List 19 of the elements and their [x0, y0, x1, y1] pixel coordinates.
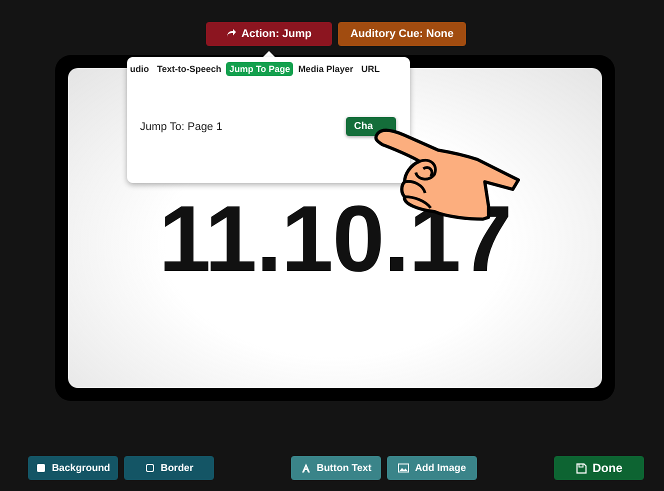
action-tab[interactable]: Media Player	[295, 62, 356, 76]
filled-square-icon	[36, 463, 46, 473]
redo-arrow-icon	[226, 29, 236, 39]
image-button[interactable]: Add Image	[387, 456, 477, 480]
done-button[interactable]: Done	[554, 456, 644, 480]
auditory-cue-button[interactable]: Auditory Cue: None	[338, 22, 466, 46]
action-tab[interactable]: Text-to-Speech	[154, 62, 224, 76]
border-button[interactable]: Border	[124, 456, 214, 480]
background-button[interactable]: Background	[28, 456, 118, 480]
jump-target-label: Jump To: Page 1	[140, 120, 222, 132]
square-outline-icon	[144, 463, 155, 473]
text-button[interactable]: Button Text	[291, 456, 381, 480]
action-tab[interactable]: URL	[358, 62, 383, 76]
button-label-text: 11.10.17	[158, 201, 512, 277]
save-icon	[576, 462, 586, 474]
action-tab[interactable]: udio	[127, 62, 152, 76]
image-icon	[398, 463, 409, 473]
letter-a-icon	[300, 463, 311, 473]
action-button[interactable]: Action: Jump	[206, 22, 332, 46]
